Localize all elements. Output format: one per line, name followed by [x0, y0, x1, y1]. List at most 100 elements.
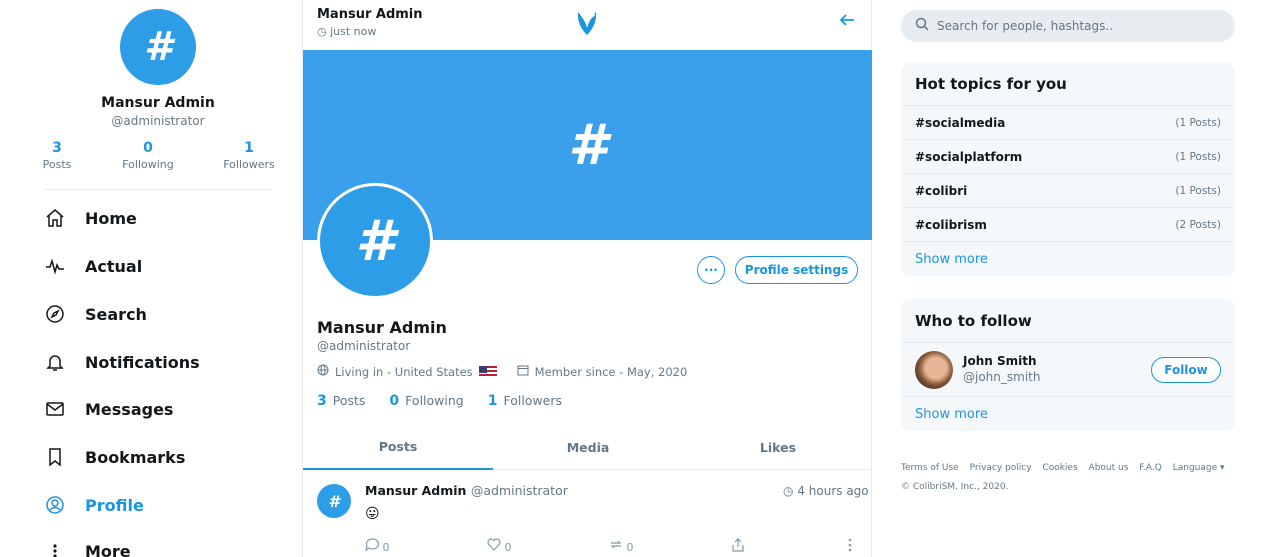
- bird-logo-icon[interactable]: [575, 9, 599, 37]
- bell-icon: [44, 351, 66, 373]
- tab-likes[interactable]: Likes: [683, 424, 873, 470]
- stat-following[interactable]: 0 Following: [118, 140, 178, 171]
- sidebar-item-bookmarks[interactable]: Bookmarks: [44, 443, 185, 471]
- follow-show-more[interactable]: Show more: [901, 397, 1235, 431]
- post-time: ◷ 4 hours ago: [783, 484, 869, 498]
- stat-followers[interactable]: 1 Followers: [222, 140, 276, 171]
- compass-icon: [44, 303, 66, 325]
- sidebar-item-label: Home: [85, 208, 137, 228]
- post-avatar[interactable]: #: [317, 484, 351, 518]
- hot-topics-panel: Hot topics for you #socialmedia (1 Posts)…: [901, 62, 1235, 276]
- search-icon: [915, 17, 929, 35]
- living-in-text: Living in - United States: [335, 364, 473, 379]
- tab-media[interactable]: Media: [493, 424, 683, 470]
- profile-stat-following[interactable]: 0 Following: [389, 393, 463, 409]
- who-to-follow-panel: Who to follow John Smith @john_smith Fol…: [901, 299, 1235, 431]
- bookmark-icon: [44, 446, 66, 468]
- stat-posts[interactable]: 3 Posts: [36, 140, 78, 171]
- home-icon: [44, 207, 66, 229]
- header-time: ◷ just now: [317, 25, 376, 38]
- sidebar-item-messages[interactable]: Messages: [44, 395, 173, 423]
- profile-more-button[interactable]: ···: [697, 256, 725, 284]
- repost-count: 0: [626, 541, 634, 554]
- post-content: 😛: [365, 506, 380, 522]
- user-avatar[interactable]: #: [120, 9, 196, 85]
- sidebar-item-actual[interactable]: Actual: [44, 252, 142, 280]
- reply-count: 0: [382, 541, 390, 554]
- search-placeholder: Search for people, hashtags..: [937, 19, 1114, 33]
- arrow-left-icon[interactable]: [839, 12, 855, 33]
- stat-posts-count: 3: [52, 140, 62, 156]
- globe-icon: [317, 364, 329, 379]
- post-handle: @administrator: [470, 483, 568, 498]
- suggestion-name[interactable]: John Smith: [963, 354, 1037, 368]
- profile-handle: @administrator: [317, 339, 411, 353]
- us-flag-icon: [478, 365, 497, 378]
- left-sidebar: # Mansur Admin @administrator 3 Posts 0 …: [0, 0, 302, 557]
- avatar[interactable]: [915, 351, 953, 389]
- sidebar-item-label: Actual: [85, 256, 143, 276]
- topic-item[interactable]: #colibrism (2 Posts): [901, 208, 1235, 242]
- stat-following-label: Following: [122, 158, 174, 171]
- sidebar-item-home[interactable]: Home: [44, 204, 137, 232]
- header-name: Mansur Admin: [317, 7, 423, 22]
- sidebar-item-label: Profile: [85, 495, 144, 515]
- topic-item[interactable]: #colibri (1 Posts): [901, 174, 1235, 208]
- post-author[interactable]: Mansur Admin @administrator: [365, 483, 568, 498]
- user-handle: @administrator: [111, 114, 205, 128]
- profile-stat-posts[interactable]: 3 Posts: [317, 393, 365, 409]
- sidebar-item-profile[interactable]: Profile: [44, 491, 144, 519]
- repost-button[interactable]: 0: [609, 538, 634, 554]
- follow-button[interactable]: Follow: [1151, 357, 1221, 383]
- stat-following-count: 0: [143, 140, 153, 156]
- reply-button[interactable]: 0: [365, 538, 390, 554]
- like-button[interactable]: 0: [487, 538, 512, 554]
- footer-link-privacy[interactable]: Privacy policy: [970, 463, 1032, 473]
- user-name[interactable]: Mansur Admin: [0, 95, 316, 111]
- clock-icon: ◷: [317, 25, 327, 38]
- topic-item[interactable]: #socialmedia (1 Posts): [901, 106, 1235, 140]
- footer-link-terms[interactable]: Terms of Use: [901, 463, 959, 473]
- footer-link-cookies[interactable]: Cookies: [1042, 463, 1077, 473]
- who-to-follow-title: Who to follow: [901, 299, 1235, 343]
- sidebar-item-label: More: [85, 541, 131, 557]
- search-input[interactable]: Search for people, hashtags..: [901, 10, 1235, 42]
- profile-avatar[interactable]: #: [317, 183, 433, 299]
- sidebar-item-label: Search: [85, 304, 147, 324]
- user-circle-icon: [44, 494, 66, 516]
- profile-stats: 3 Posts 0 Following 1 Followers: [317, 393, 562, 409]
- footer: Terms of Use Privacy policy Cookies Abou…: [901, 459, 1235, 497]
- more-vertical-icon: [44, 540, 66, 557]
- calendar-icon: [517, 364, 529, 379]
- sidebar-item-search[interactable]: Search: [44, 300, 147, 328]
- stat-followers-label: Followers: [223, 158, 275, 171]
- envelope-icon: [44, 398, 66, 420]
- header-time-text: just now: [330, 25, 377, 38]
- sidebar-item-label: Notifications: [85, 352, 200, 372]
- stat-followers-count: 1: [244, 140, 254, 156]
- tab-posts[interactable]: Posts: [303, 424, 493, 470]
- pulse-icon: [44, 255, 66, 277]
- suggestion-handle: @john_smith: [963, 370, 1041, 384]
- profile-meta: Living in - United States Member since -…: [317, 364, 687, 379]
- topics-show-more[interactable]: Show more: [901, 242, 1235, 276]
- profile-settings-button[interactable]: Profile settings: [735, 256, 858, 284]
- profile-stat-followers[interactable]: 1 Followers: [488, 393, 562, 409]
- share-icon[interactable]: [731, 538, 745, 555]
- sidebar-item-more[interactable]: More: [44, 537, 131, 557]
- profile-tabs: Posts Media Likes: [303, 424, 872, 470]
- copyright: © ColibriSM, Inc., 2020.: [901, 482, 1009, 492]
- footer-link-faq[interactable]: F.A.Q: [1139, 463, 1162, 473]
- hot-topics-title: Hot topics for you: [901, 62, 1235, 106]
- sidebar-item-label: Messages: [85, 399, 174, 419]
- profile-name: Mansur Admin: [317, 318, 447, 337]
- footer-link-about[interactable]: About us: [1089, 463, 1129, 473]
- footer-link-language[interactable]: Language ▾: [1173, 463, 1225, 473]
- sidebar-item-label: Bookmarks: [85, 447, 186, 467]
- main-column: Mansur Admin ◷ just now # # ··· Profile …: [302, 0, 872, 557]
- sidebar-divider: [44, 189, 272, 190]
- post-more-icon[interactable]: [847, 538, 853, 555]
- topic-item[interactable]: #socialplatform (1 Posts): [901, 140, 1235, 174]
- clock-icon: ◷: [783, 484, 794, 498]
- sidebar-item-notifications[interactable]: Notifications: [44, 348, 200, 376]
